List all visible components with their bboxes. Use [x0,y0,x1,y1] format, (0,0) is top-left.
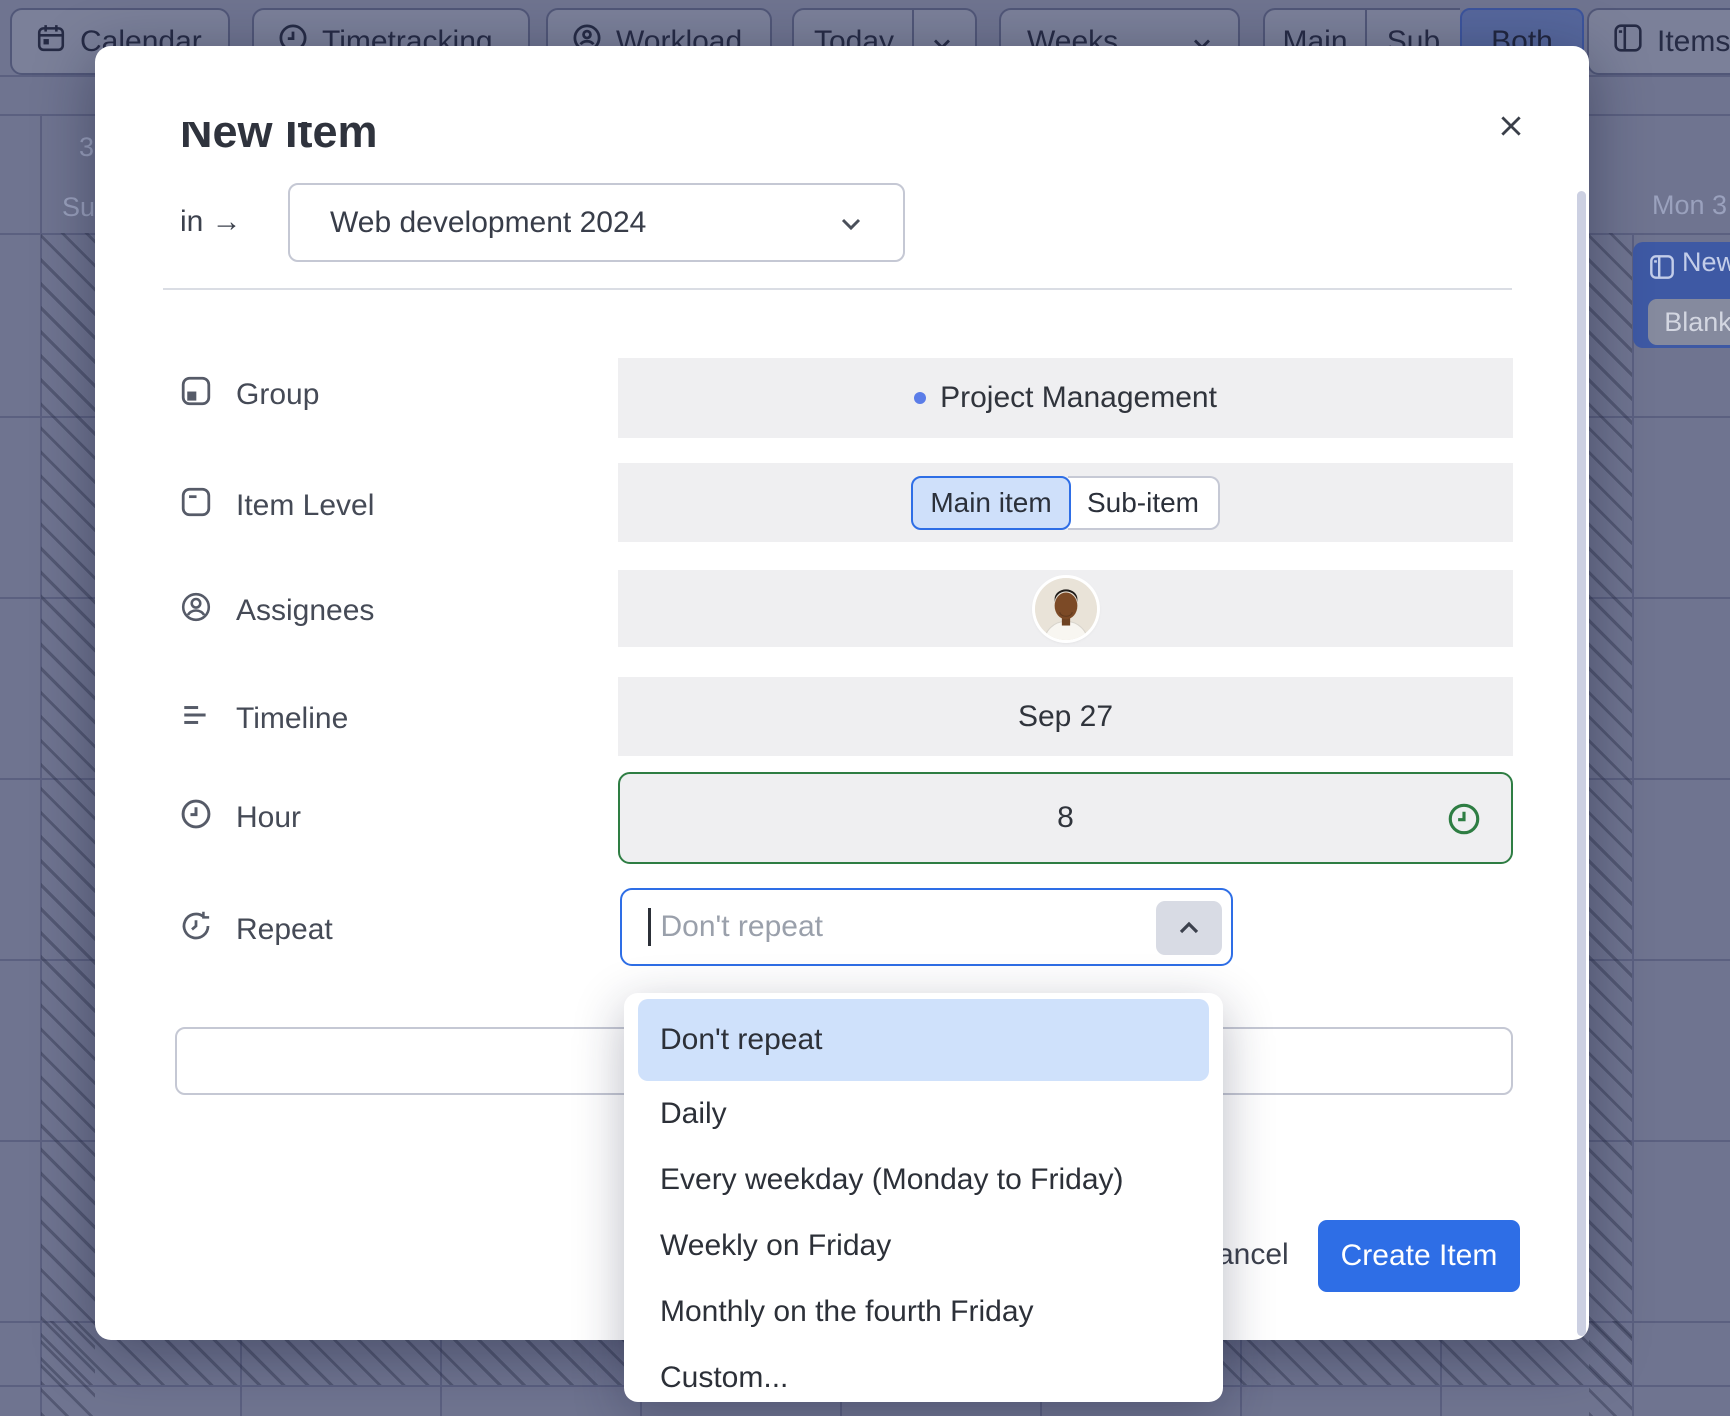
sub-item-option[interactable]: Sub-item [1068,476,1220,530]
close-icon[interactable] [1493,108,1529,144]
board-selector-value: Web development 2024 [330,206,646,240]
repeat-dropdown-menu: Don't repeat Daily Every weekday (Monday… [624,993,1223,1402]
clock-icon[interactable] [1447,802,1481,844]
grid-col-line [1632,233,1634,1416]
repeat-input[interactable]: Don't repeat [620,888,1233,966]
assignees-field[interactable] [618,570,1513,647]
board-icon [1613,23,1643,61]
clock-icon [180,798,212,838]
screen: 3 Su Mon 3 Calendar Timetracking Workloa… [0,0,1730,1416]
dropdown-option-custom[interactable]: Custom... [624,1345,1223,1402]
items-button[interactable]: Items [1587,8,1730,75]
repeat-icon [180,910,212,950]
create-item-button[interactable]: Create Item [1318,1220,1520,1292]
group-color-dot [914,392,926,404]
repeat-field-label: Repeat [180,910,333,950]
group-icon [180,375,212,415]
weekend-column-hatch [41,233,95,1416]
day-abbr-label: Su [62,192,95,223]
group-field-label: Group [180,375,319,415]
chevron-up-button[interactable] [1156,901,1222,955]
timeline-value: Sep 27 [1018,700,1113,734]
in-board-label: in → [180,205,242,239]
group-value: Project Management [940,381,1217,415]
item-level-toggle: Main item Sub-item [911,476,1220,530]
event-card-title: New Item [1682,247,1730,278]
person-icon [180,591,212,631]
dialog-title: New Item [180,122,600,149]
text-cursor [648,908,651,946]
timeline-field-label: Timeline [180,699,348,739]
item-level-field-label: Item Level [180,486,374,526]
weekend-column-hatch [1589,233,1632,1416]
dropdown-option-every-weekday[interactable]: Every weekday (Monday to Friday) [624,1147,1223,1213]
dropdown-option-daily[interactable]: Daily [624,1081,1223,1147]
section-divider [163,288,1512,290]
dropdown-option-dont-repeat[interactable]: Don't repeat [638,999,1209,1081]
timeline-icon [180,699,212,739]
repeat-placeholder: Don't repeat [661,910,824,944]
group-value-field[interactable]: Project Management [618,358,1513,438]
main-item-option[interactable]: Main item [911,476,1071,530]
assignee-avatar[interactable] [1035,578,1097,640]
timeline-value-field[interactable]: Sep 27 [618,677,1513,756]
hour-input[interactable]: 8 [618,772,1513,864]
calendar-icon [36,23,66,61]
assignees-field-label: Assignees [180,591,374,631]
items-button-label: Items [1657,25,1730,59]
hour-value: 8 [1057,801,1074,835]
item-level-field: Main item Sub-item [618,463,1513,542]
item-level-icon [180,486,212,526]
board-icon [1649,254,1675,285]
modal-scrollbar[interactable] [1577,191,1586,1336]
day-header-label: Mon 3 [1652,190,1727,221]
dropdown-option-weekly-friday[interactable]: Weekly on Friday [624,1213,1223,1279]
board-selector[interactable]: Web development 2024 [288,183,905,262]
chevron-down-icon [839,206,863,240]
week-number: 3 [60,132,94,163]
event-card-badge: Blank [1648,299,1730,345]
dropdown-option-monthly-fourth-friday[interactable]: Monthly on the fourth Friday [624,1279,1223,1345]
hour-field-label: Hour [180,798,301,838]
